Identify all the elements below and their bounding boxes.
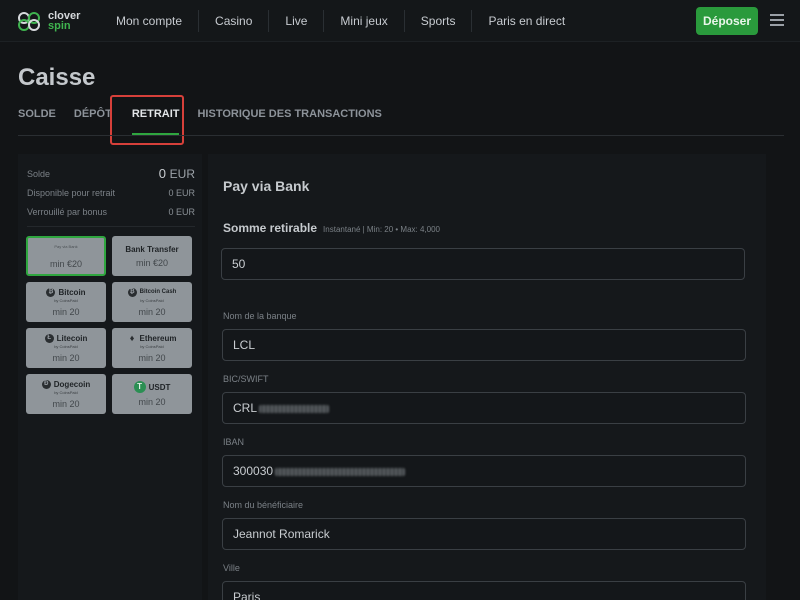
page-title: Caisse: [18, 64, 96, 91]
method-min: min 20: [52, 306, 80, 317]
main-nav: Mon compte Casino Live Mini jeux Sports …: [100, 0, 581, 42]
method-label: Bitcoin Cash: [139, 289, 177, 295]
disponible-label: Disponible pour retrait: [27, 188, 116, 198]
method-name: Pay via Bank: [54, 244, 77, 249]
tab-historique[interactable]: HISTORIQUE DES TRANSACTIONS: [197, 100, 381, 128]
method-ethereum[interactable]: ♦ Ethereum by CoinsPaid min 20: [112, 328, 192, 368]
tab-solde[interactable]: SOLDE: [18, 100, 56, 128]
method-name: T USDT: [133, 381, 171, 393]
redacted-mask: [275, 467, 406, 476]
method-provider: by CoinsPaid: [54, 343, 78, 349]
amount-input[interactable]: 50: [221, 248, 745, 280]
deposit-button[interactable]: Déposer: [696, 7, 758, 35]
nav-live[interactable]: Live: [268, 10, 323, 32]
nav-mini-jeux[interactable]: Mini jeux: [323, 10, 403, 32]
tabs-divider: [18, 135, 784, 136]
solde-label: Solde: [27, 168, 51, 179]
method-dogecoin[interactable]: Ð Dogecoin by CoinsPaid min 20: [26, 374, 106, 414]
method-provider: by CoinsPaid: [54, 297, 78, 303]
redacted-mask: [259, 404, 330, 413]
top-navigation-bar: clover spin Mon compte Casino Live Mini …: [0, 0, 800, 42]
bic-swift-label: BIC/SWIFT: [223, 374, 269, 384]
clover-spin-logo[interactable]: clover spin: [16, 8, 96, 34]
method-min: min 20: [52, 352, 80, 363]
solde-amount: 0: [158, 166, 167, 181]
bic-swift-value: CRL: [233, 401, 258, 415]
bank-name-label: Nom de la banque: [223, 311, 297, 321]
city-input[interactable]: Paris: [222, 581, 746, 600]
city-label: Ville: [223, 563, 240, 573]
method-label: Ethereum: [139, 333, 177, 343]
usdt-icon: T: [133, 381, 146, 393]
method-min: min 20: [138, 397, 166, 407]
method-name: Ł Litecoin: [44, 333, 88, 343]
method-min: min 20: [52, 398, 80, 409]
method-name: Bank Transfer: [125, 244, 179, 254]
method-label: Litecoin: [56, 333, 88, 343]
bitcoin-icon: ₿: [46, 287, 56, 297]
nav-paris-en-direct[interactable]: Paris en direct: [471, 10, 581, 32]
iban-input[interactable]: 300030: [222, 455, 746, 487]
method-bitcoin-cash[interactable]: ₿ Bitcoin Cash by CoinsPaid min 20: [112, 282, 192, 322]
method-min: min €20: [135, 257, 169, 268]
verrouille-value: 0 EUR: [168, 207, 195, 217]
amount-label: Somme retirable: [223, 221, 318, 235]
beneficiary-input[interactable]: Jeannot Romarick: [222, 518, 746, 550]
method-usdt[interactable]: T USDT min 20: [112, 374, 192, 414]
method-label: USDT: [148, 382, 171, 392]
method-label: Dogecoin: [53, 379, 91, 389]
method-min: min €20: [49, 258, 83, 269]
method-bitcoin[interactable]: ₿ Bitcoin by CoinsPaid min 20: [26, 282, 106, 322]
method-bank-transfer[interactable]: Bank Transfer min €20: [112, 236, 192, 276]
bitcoin-cash-icon: ₿: [127, 287, 137, 297]
form-title: Pay via Bank: [223, 178, 310, 194]
solde-value: 0 EUR: [159, 166, 195, 181]
method-min: min 20: [138, 352, 166, 363]
ethereum-icon: ♦: [129, 332, 135, 343]
method-name: Ð Dogecoin: [41, 379, 91, 389]
balance-divider: [27, 226, 195, 227]
method-min: min 20: [138, 306, 166, 317]
balance-row-solde: Solde 0 EUR: [27, 166, 195, 181]
disponible-value: 0 EUR: [168, 188, 195, 198]
amount-hint: Instantané | Min: 20 • Max: 4,000: [323, 225, 440, 234]
method-litecoin[interactable]: Ł Litecoin by CoinsPaid min 20: [26, 328, 106, 368]
method-provider: by CoinsPaid: [140, 343, 164, 349]
balance-and-methods-panel: Solde 0 EUR Disponible pour retrait 0 EU…: [18, 154, 202, 600]
method-provider: by CoinsPaid: [140, 297, 164, 303]
solde-currency: EUR: [169, 167, 195, 181]
clover-logo-icon: [18, 12, 40, 31]
balance-row-verrouille: Verrouillé par bonus 0 EUR: [27, 207, 195, 217]
tab-depot[interactable]: DÉPÔT: [74, 100, 112, 128]
amount-label-row: Somme retirable Instantané | Min: 20 • M…: [223, 221, 440, 235]
verrouille-label: Verrouillé par bonus: [27, 207, 108, 217]
method-label: Pay via Bank: [54, 243, 78, 249]
bic-swift-input[interactable]: CRL: [222, 392, 746, 424]
balance-row-disponible: Disponible pour retrait 0 EUR: [27, 188, 195, 198]
method-pay-via-bank[interactable]: Pay via Bank min €20: [26, 236, 106, 276]
method-provider: by CoinsPaid: [54, 389, 78, 395]
cashier-tabs: SOLDE DÉPÔT RETRAIT HISTORIQUE DES TRANS…: [18, 100, 400, 136]
iban-value: 300030: [233, 464, 274, 478]
nav-sports[interactable]: Sports: [403, 10, 472, 32]
method-label: Bitcoin: [58, 287, 86, 297]
litecoin-icon: Ł: [44, 333, 54, 343]
nav-casino[interactable]: Casino: [198, 10, 268, 32]
iban-label: IBAN: [223, 437, 245, 447]
dogecoin-icon: Ð: [41, 379, 51, 389]
logo-text-spin: spin: [48, 20, 71, 32]
withdrawal-form-panel: Pay via Bank Somme retirable Instantané …: [208, 154, 766, 600]
method-name: ♦ Ethereum: [128, 332, 177, 343]
hamburger-menu-icon[interactable]: [770, 14, 784, 26]
active-tab-highlight: [110, 95, 184, 145]
beneficiary-label: Nom du bénéficiaire: [223, 500, 304, 510]
nav-mon-compte[interactable]: Mon compte: [100, 10, 198, 32]
method-name: ₿ Bitcoin: [46, 287, 86, 297]
bank-name-input[interactable]: LCL: [222, 329, 746, 361]
method-name: ₿ Bitcoin Cash: [127, 287, 177, 297]
